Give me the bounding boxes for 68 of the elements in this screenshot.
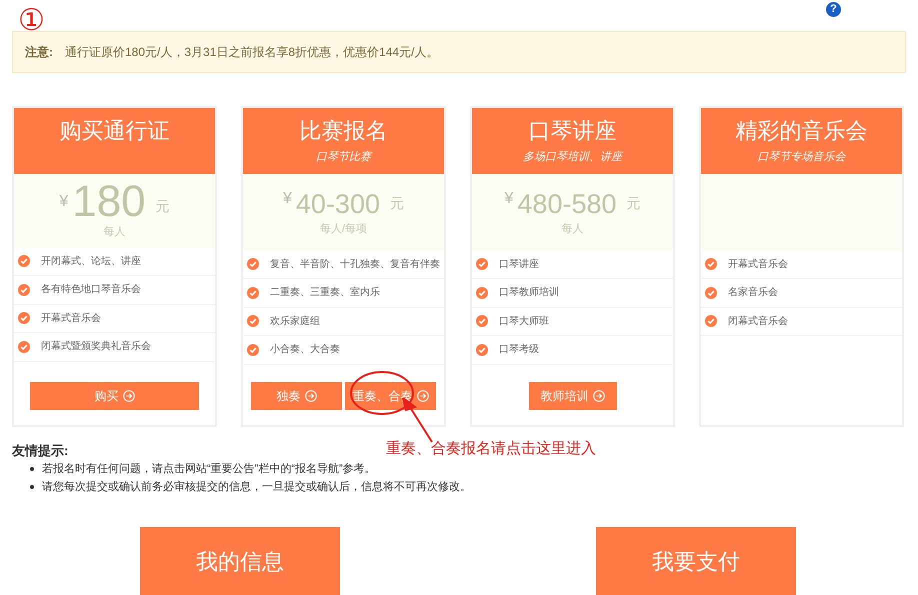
card-subtitle: 口琴节比赛: [316, 150, 371, 164]
card-title: 精彩的音乐会: [736, 116, 868, 144]
currency-sign: ¥: [59, 192, 68, 212]
check-icon: [705, 315, 717, 328]
feature-text: 各有特色地口琴音乐会: [41, 282, 141, 298]
card-title: 比赛报名: [300, 116, 388, 144]
signup-button[interactable]: 购买: [30, 382, 199, 410]
check-icon: [476, 344, 488, 356]
arrow-right-icon: [122, 390, 134, 402]
feature-text: 口琴教师培训: [499, 286, 559, 300]
arrow-right-icon: [304, 390, 316, 402]
notice-label: 注意:: [25, 44, 53, 61]
feature-text: 闭幕式音乐会: [728, 314, 788, 329]
check-icon: [18, 255, 30, 268]
check-icon: [247, 315, 259, 328]
check-icon: [247, 344, 259, 356]
check-icon: [18, 340, 30, 353]
feature-text: 名家音乐会: [728, 286, 778, 300]
card-title: 购买通行证: [60, 116, 170, 144]
check-icon: [705, 286, 717, 299]
feature-text: 欢乐家庭组: [270, 314, 320, 329]
card-subtitle: 口琴节专场音乐会: [758, 150, 846, 164]
feature-text: 开闭幕式、论坛、讲座: [41, 254, 141, 269]
notice-text: 通行证原价180元/人，3月31日之前报名享8折优惠，优惠价144元/人。: [65, 44, 438, 61]
check-icon: [476, 315, 488, 328]
annotation-text: 重奏、合奏报名请点击这里进入: [386, 439, 596, 459]
card-subtitle: 多场口琴培训、讲座: [523, 150, 622, 164]
check-icon: [476, 258, 488, 270]
feature-text: 闭幕式暨颁奖典礼音乐会: [41, 340, 151, 354]
price-note: 每人/每项: [320, 222, 368, 237]
arrow-right-icon: [592, 390, 604, 402]
tip-text: 请您每次提交或确认前务必审核提交的信息，一旦提交或确认后，信息将不可再次修改。: [42, 480, 471, 495]
signup-button[interactable]: 教师培训: [528, 382, 616, 410]
check-icon: [705, 258, 717, 270]
price-amount: 180: [72, 180, 146, 224]
price-unit: 元: [390, 194, 404, 213]
price-amount: 40-300: [296, 188, 380, 221]
price-note: 每人: [562, 222, 584, 237]
help-icon[interactable]: ?: [826, 2, 841, 17]
feature-text: 口琴大师班: [499, 314, 549, 329]
check-icon: [476, 286, 488, 299]
feature-text: 口琴考级: [499, 342, 539, 358]
feature-text: 开幕式音乐会: [41, 312, 101, 326]
bullet-icon: [30, 485, 34, 489]
feature-text: 复音、半音阶、十孔独奏、复音有伴奏: [270, 258, 440, 272]
feature-text: 开幕式音乐会: [728, 258, 788, 272]
tips-title: 友情提示:: [12, 442, 68, 460]
step-number: ①: [18, 3, 45, 39]
currency-sign: ¥: [504, 188, 514, 209]
tip-text: 若报名时有任何问题，请点击网站“重要公告”栏中的“报名导航”参考。: [42, 462, 376, 477]
check-icon: [247, 286, 259, 299]
bullet-icon: [30, 467, 34, 471]
currency-sign: ¥: [283, 188, 292, 209]
feature-text: 二重奏、三重奏、室内乐: [270, 286, 380, 300]
price-amount: 480-580: [517, 188, 616, 221]
action-button[interactable]: 我要支付: [596, 527, 796, 595]
feature-text: 小合奏、大合奏: [270, 342, 340, 358]
feature-text: 口琴讲座: [499, 258, 539, 272]
check-icon: [18, 284, 30, 296]
signup-button[interactable]: 独奏: [251, 382, 342, 410]
check-icon: [247, 258, 259, 270]
price-note: 每人: [104, 225, 126, 240]
arrow-right-icon: [416, 390, 428, 402]
card-title: 口琴讲座: [528, 116, 616, 144]
action-button[interactable]: 我的信息: [140, 527, 340, 595]
price-unit: 元: [156, 197, 170, 216]
check-icon: [18, 312, 30, 324]
price-unit: 元: [626, 194, 640, 213]
